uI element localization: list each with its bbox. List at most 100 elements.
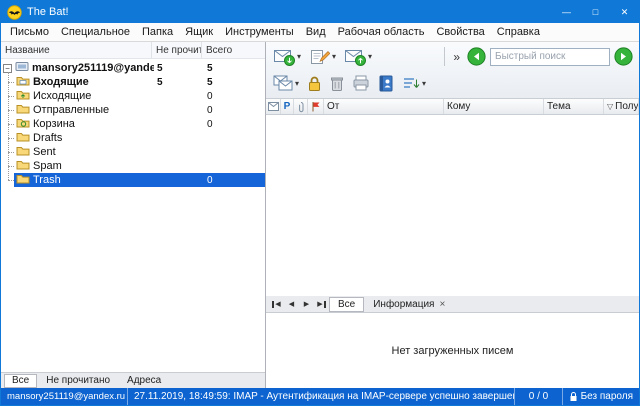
- titlebar[interactable]: The Bat! — □ ✕: [1, 1, 639, 23]
- column-unread-header[interactable]: Не прочита...: [151, 42, 201, 58]
- main-area: Название Не прочита... Всего − mansory25…: [1, 42, 639, 388]
- menu-item-special[interactable]: Специальное: [55, 24, 136, 40]
- folder-row-recycle-bin[interactable]: Корзина 0: [1, 117, 265, 131]
- drafts-folder-icon: [16, 131, 30, 145]
- window-title: The Bat!: [27, 6, 69, 18]
- get-mail-icon: [273, 48, 295, 66]
- menu-item-view[interactable]: Вид: [300, 24, 332, 40]
- column-name-header[interactable]: Название: [1, 42, 151, 58]
- subject-column-header[interactable]: Тема: [544, 99, 604, 114]
- delete-button[interactable]: [327, 73, 347, 94]
- message-list-tabs: ◀ ◀ ▶ ▶ Все Информация ×: [266, 296, 639, 313]
- create-message-button[interactable]: ▾: [306, 46, 339, 68]
- folder-row-inbox[interactable]: Входящие 5 5: [1, 75, 265, 89]
- dropdown-arrow-icon[interactable]: ▾: [295, 79, 299, 88]
- search-go-button[interactable]: [614, 47, 633, 66]
- status-password: Без пароля: [563, 388, 639, 405]
- print-button[interactable]: [349, 73, 373, 93]
- menu-item-workspace[interactable]: Рабочая область: [332, 24, 431, 40]
- attachment-column-header[interactable]: [294, 99, 308, 114]
- priority-column-header[interactable]: P: [281, 99, 294, 114]
- tab-close-icon[interactable]: ×: [439, 299, 445, 310]
- maximize-button[interactable]: □: [581, 1, 610, 23]
- flag-icon: [311, 101, 321, 112]
- folder-name: Spam: [33, 160, 62, 172]
- get-mail-button[interactable]: ▾: [270, 46, 304, 68]
- folder-name: Исходящие: [33, 90, 91, 102]
- recycle-bin-folder-icon: [16, 117, 30, 131]
- send-mail-button[interactable]: ▾: [341, 46, 375, 68]
- folder-row-trash[interactable]: Trash 0: [1, 173, 265, 187]
- password-status-label: Без пароля: [581, 391, 633, 402]
- tab-scroll-prev-button[interactable]: ◀: [284, 298, 299, 311]
- toolbar-overflow-chevron[interactable]: »: [453, 50, 460, 64]
- toolbar-row-1: ▾ ▾ ▾ »: [270, 44, 635, 70]
- quick-search-input[interactable]: [490, 48, 610, 66]
- folder-row-drafts[interactable]: Drafts: [1, 131, 265, 145]
- column-total-header[interactable]: Всего: [201, 42, 265, 58]
- toolbar-separator: [444, 47, 445, 66]
- menu-item-help[interactable]: Справка: [491, 24, 546, 40]
- dropdown-arrow-icon[interactable]: ▾: [368, 52, 372, 61]
- dual-envelope-icon: [273, 75, 293, 91]
- inbox-folder-icon: [16, 75, 30, 89]
- send-mail-icon: [344, 48, 366, 66]
- menu-item-folder[interactable]: Папка: [136, 24, 179, 40]
- nav-next-icon: ▶: [317, 300, 322, 308]
- menu-item-properties[interactable]: Свойства: [430, 24, 490, 40]
- menu-item-tools[interactable]: Инструменты: [219, 24, 300, 40]
- dropdown-arrow-icon[interactable]: ▾: [422, 79, 426, 88]
- sort-mode-button[interactable]: ▾: [399, 74, 429, 93]
- account-lock-button[interactable]: [304, 73, 325, 94]
- folder-row-outbox[interactable]: Исходящие 0: [1, 89, 265, 103]
- folder-name: Отправленные: [33, 104, 109, 116]
- sort-icon: [402, 76, 420, 91]
- last-bar-icon: [324, 301, 326, 308]
- account-total-count: 5: [204, 63, 265, 74]
- tab-addresses[interactable]: Адреса: [119, 374, 169, 388]
- status-bar: mansory251119@yandex.ru 27.11.2019, 18:4…: [1, 388, 639, 405]
- password-lock-icon: [569, 391, 577, 402]
- tab-all[interactable]: Все: [4, 374, 37, 388]
- mail-folders-button[interactable]: ▾: [270, 73, 302, 93]
- message-panel: ▾ ▾ ▾ »: [266, 42, 639, 388]
- dropdown-arrow-icon[interactable]: ▾: [332, 52, 336, 61]
- sent-imap-folder-icon: [16, 145, 30, 159]
- account-row[interactable]: − mansory251119@yandex.ru 5 5: [1, 61, 265, 75]
- folder-name: Trash: [33, 174, 61, 186]
- toolbar: ▾ ▾ ▾ »: [266, 42, 639, 99]
- create-message-icon: [309, 48, 330, 66]
- address-book-button[interactable]: [375, 73, 397, 94]
- no-messages-text: Нет загруженных писем: [392, 345, 514, 357]
- dropdown-arrow-icon[interactable]: ▾: [297, 52, 301, 61]
- tab-unread[interactable]: Не прочитано: [38, 374, 118, 388]
- paperclip-icon: [297, 101, 305, 113]
- minimize-button[interactable]: —: [552, 1, 581, 23]
- folder-total-count: 0: [204, 105, 265, 116]
- folder-total-count: 0: [204, 91, 265, 102]
- menu-item-letter[interactable]: Письмо: [4, 24, 55, 40]
- folder-total-count: 5: [204, 77, 265, 88]
- printer-icon: [352, 75, 370, 91]
- tab-scroll-first-button[interactable]: ◀: [269, 298, 284, 311]
- received-column-header[interactable]: ▽ Получ...: [604, 99, 639, 114]
- from-column-header[interactable]: От: [324, 99, 444, 114]
- flag-column-header[interactable]: [308, 99, 324, 114]
- account-unread-count: 5: [154, 63, 204, 74]
- search-back-button[interactable]: [467, 47, 486, 66]
- folder-row-sent[interactable]: Отправленные 0: [1, 103, 265, 117]
- folder-row-sent-imap[interactable]: Sent: [1, 145, 265, 159]
- read-status-column-header[interactable]: [266, 99, 281, 114]
- list-tab-information[interactable]: Информация ×: [364, 297, 454, 312]
- folder-row-spam[interactable]: Spam: [1, 159, 265, 173]
- tab-scroll-next-button[interactable]: ▶: [299, 298, 314, 311]
- list-tab-all[interactable]: Все: [329, 297, 364, 312]
- close-button[interactable]: ✕: [610, 1, 639, 23]
- trash-folder-icon: [16, 173, 30, 187]
- list-tab-label: Все: [338, 299, 355, 310]
- tab-scroll-last-button[interactable]: ▶: [314, 298, 329, 311]
- to-column-header[interactable]: Кому: [444, 99, 544, 114]
- menu-item-mailbox[interactable]: Ящик: [179, 24, 219, 40]
- folder-total-count: 0: [204, 175, 265, 186]
- message-list[interactable]: [266, 115, 639, 296]
